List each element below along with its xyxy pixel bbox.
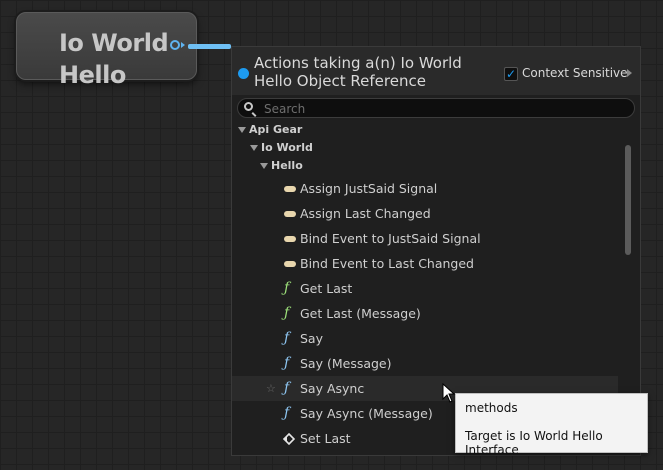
function-icon: ƒ <box>284 380 290 396</box>
action-item-get-last-message[interactable]: ƒ Get Last (Message) <box>232 301 618 326</box>
context-sensitive-label[interactable]: Context Sensitive <box>522 66 628 80</box>
function-pure-icon: ƒ <box>284 305 290 321</box>
action-item-assign-justsaid-signal[interactable]: Assign JustSaid Signal <box>232 176 618 201</box>
tooltip: methods Target is Io World Hello Interfa… <box>455 393 648 457</box>
event-icon <box>284 186 296 192</box>
search-input[interactable] <box>262 100 626 118</box>
action-label: Get Last <box>300 281 353 296</box>
set-variable-icon <box>283 433 295 445</box>
expand-arrow-icon[interactable] <box>250 145 258 151</box>
search-icon <box>244 102 253 111</box>
action-label: Say <box>300 331 323 346</box>
action-item-assign-last-changed[interactable]: Assign Last Changed <box>232 201 618 226</box>
output-pin[interactable] <box>170 40 180 50</box>
tooltip-category: methods <box>465 401 518 415</box>
mouse-cursor-icon <box>442 383 456 403</box>
category-label: Api Gear <box>249 123 303 136</box>
category-hello[interactable]: Hello <box>260 158 303 174</box>
chevron-right-icon[interactable] <box>627 69 632 77</box>
category-io-world[interactable]: Io World <box>250 140 313 156</box>
menu-header: Actions taking a(n) Io World Hello Objec… <box>232 47 640 95</box>
function-icon: ƒ <box>284 405 290 421</box>
search-box[interactable] <box>237 98 635 118</box>
tooltip-description: Target is Io World Hello Interface <box>465 429 603 457</box>
event-icon <box>284 236 296 242</box>
object-reference-icon <box>238 68 249 79</box>
action-label: Say (Message) <box>300 356 392 371</box>
category-label: Io World <box>261 141 313 154</box>
event-icon <box>284 211 296 217</box>
pin-arrow-icon <box>181 42 185 48</box>
action-label: Bind Event to JustSaid Signal <box>300 231 481 246</box>
action-label: Set Last <box>300 431 351 446</box>
action-label: Assign JustSaid Signal <box>300 181 438 196</box>
expand-arrow-icon[interactable] <box>260 163 268 169</box>
menu-title: Actions taking a(n) Io World Hello Objec… <box>254 54 462 90</box>
function-icon: ƒ <box>284 355 290 371</box>
function-icon: ƒ <box>284 330 290 346</box>
drag-wire <box>188 44 231 49</box>
event-icon <box>284 261 296 267</box>
action-label: Say Async <box>300 381 365 396</box>
context-sensitive-checkbox[interactable]: ✓ <box>504 67 518 81</box>
favorite-star-icon[interactable]: ☆ <box>266 376 276 401</box>
action-item-say-message[interactable]: ƒ Say (Message) <box>232 351 618 376</box>
action-item-get-last[interactable]: ƒ Get Last <box>232 276 618 301</box>
action-item-bind-justsaid-signal[interactable]: Bind Event to JustSaid Signal <box>232 226 618 251</box>
action-item-bind-last-changed[interactable]: Bind Event to Last Changed <box>232 251 618 276</box>
category-label: Hello <box>271 159 303 172</box>
action-item-say[interactable]: ƒ Say <box>232 326 618 351</box>
scrollbar-thumb[interactable] <box>625 145 631 255</box>
category-api-gear[interactable]: Api Gear <box>238 122 302 138</box>
function-pure-icon: ƒ <box>284 280 290 296</box>
action-label: Bind Event to Last Changed <box>300 256 474 271</box>
expand-arrow-icon[interactable] <box>238 127 246 133</box>
action-label: Get Last (Message) <box>300 306 421 321</box>
node-title: Io World Hello <box>59 29 169 89</box>
action-label: Say Async (Message) <box>300 406 433 421</box>
action-label: Assign Last Changed <box>300 206 431 221</box>
